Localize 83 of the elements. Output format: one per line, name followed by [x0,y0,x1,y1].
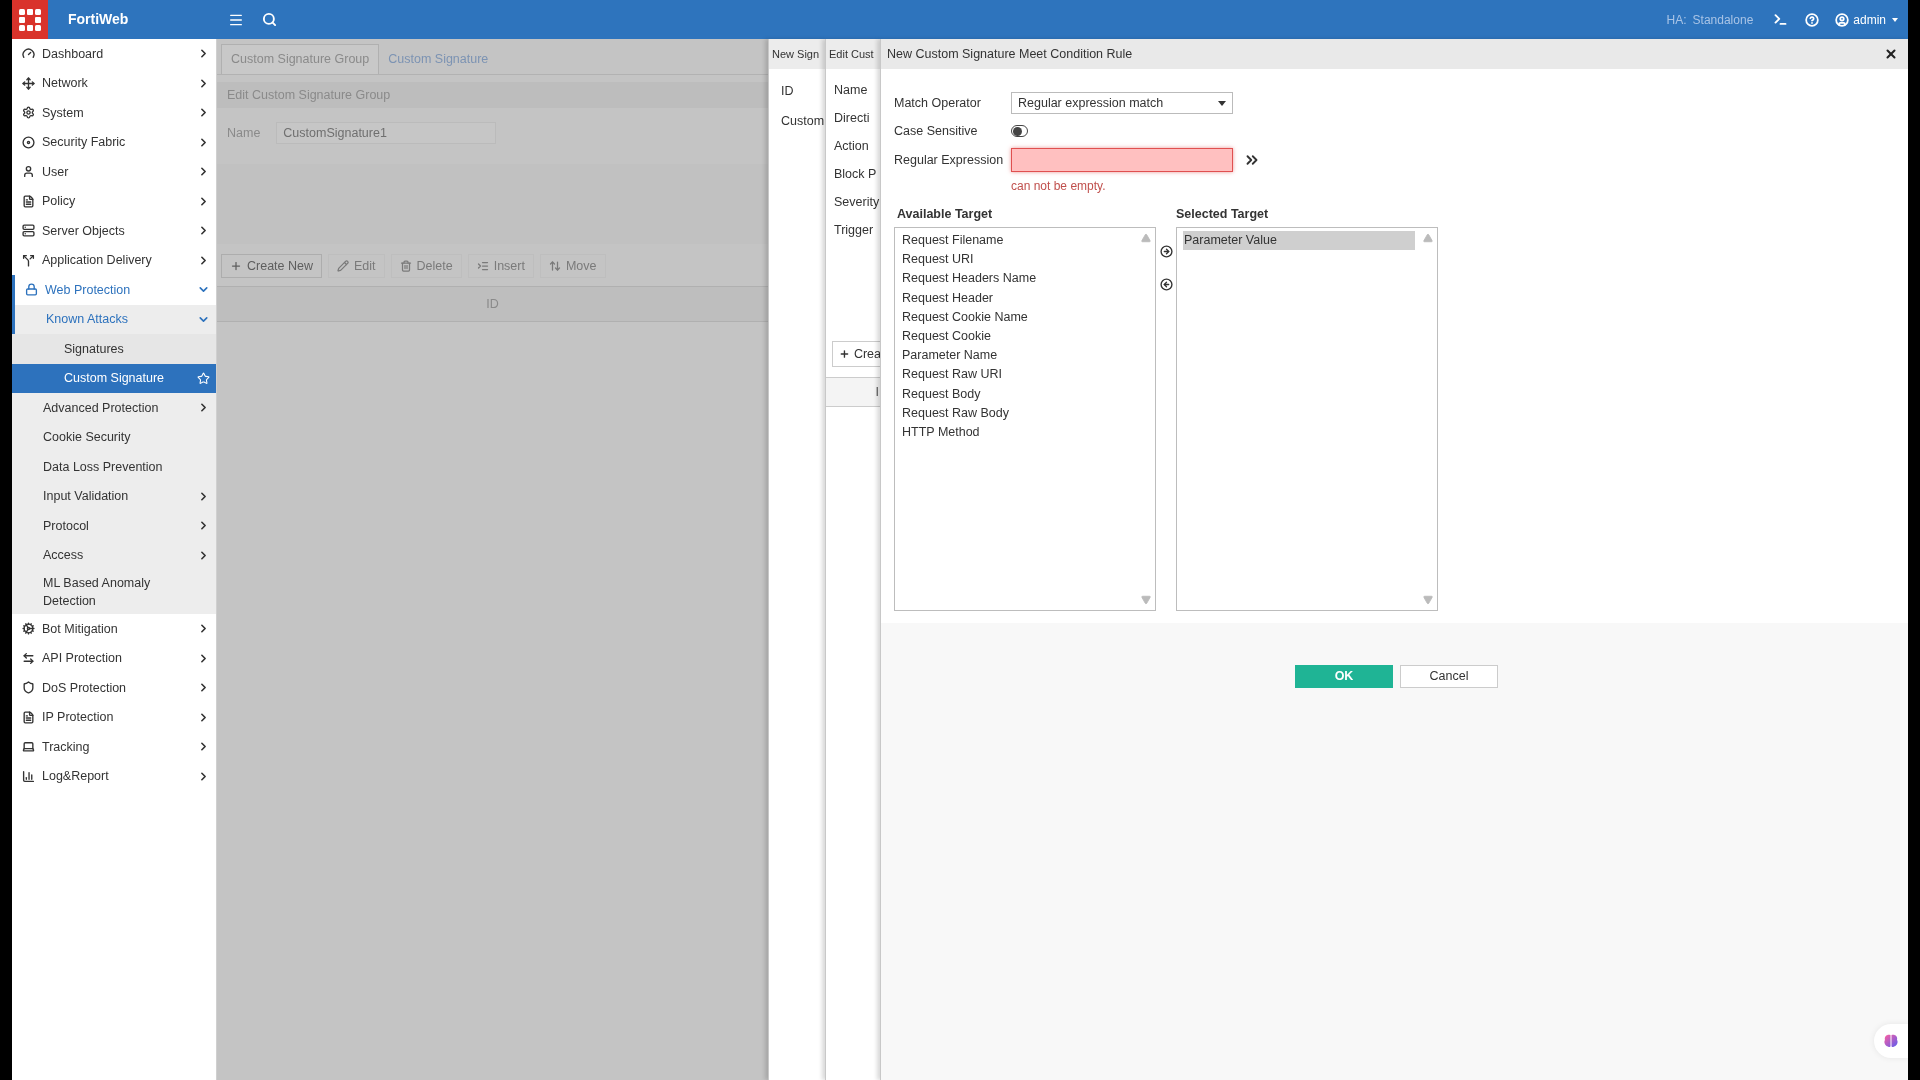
sidebar-item[interactable]: DoS Protection [12,673,216,703]
user-icon [1835,12,1850,27]
target-option[interactable]: HTTP Method [901,423,1133,443]
field-label: Name [227,124,261,142]
target-option[interactable]: Request URI [901,250,1133,270]
sidebar-item[interactable]: Policy [12,186,216,216]
list-title: Selected Target [1176,206,1270,223]
sidebar-item[interactable]: System [12,98,216,128]
user-menu[interactable]: admin [1835,10,1898,29]
sidebar-item[interactable]: User [12,157,216,187]
column-header: I [875,383,879,401]
field-label: Block P [834,166,878,182]
sidebar-item[interactable]: Access [12,540,216,570]
field-label: Match Operator [894,94,982,112]
field-label: Directi [834,110,871,126]
sidebar-item[interactable]: Input Validation [12,481,216,511]
panel-title: New Sign [769,39,825,69]
terminal-icon[interactable] [1773,12,1789,27]
target-option[interactable]: Parameter Value [1183,231,1415,251]
sidebar-item[interactable]: IP Protection [12,702,216,732]
target-option[interactable]: Request Body [901,384,1133,404]
assistant-button[interactable] [1874,1024,1908,1058]
sidebar-item[interactable]: API Protection [12,643,216,673]
help-icon[interactable] [1805,12,1820,27]
toolbar-icon [476,260,489,272]
field-label: Name [834,82,869,98]
sidebar-item[interactable]: Custom Signature [12,363,216,393]
brain-icon [1883,1033,1899,1049]
target-option[interactable]: Request Raw Body [901,403,1133,424]
target-option[interactable]: Request Cookie Name [901,307,1133,327]
field-label: ID [781,83,795,100]
plus-icon [839,348,850,360]
target-option[interactable]: Parameter Name [901,346,1133,366]
target-option[interactable]: Request Cookie [901,327,1133,347]
target-list[interactable]: Parameter Value [1176,227,1438,611]
sidebar-item[interactable]: Data Loss Prevention [12,452,216,482]
toolbar-icon [399,260,412,272]
field-label: Case Sensitive [894,122,979,140]
brand-name: FortiWeb [68,10,130,29]
field-label: Trigger [834,222,875,238]
panel-title: Edit Cust [826,39,880,69]
sidebar-item[interactable]: Bot Mitigation [12,614,216,644]
sidebar-item[interactable]: Protocol [12,511,216,541]
star-icon[interactable] [197,371,210,385]
sidebar-item[interactable]: Tracking [12,732,216,762]
regular-expression-field[interactable] [1011,148,1233,172]
target-option[interactable]: Request Header [901,288,1133,308]
ha-status: Standalone [1692,11,1754,29]
target-option[interactable]: Request Raw URI [901,365,1133,385]
toolbar-icon [548,260,561,272]
sidebar-item[interactable]: Server Objects [12,216,216,246]
error-message: can not be empty. [1011,178,1107,195]
sidebar-item[interactable]: Security Fabric [12,127,216,157]
search-icon[interactable] [262,12,277,27]
sidebar-item[interactable]: Cookie Security [12,422,216,452]
sidebar-item[interactable]: Signatures [12,334,216,364]
field-label: Action [834,138,870,154]
field-label: Severity [834,194,880,210]
list-title: Available Target [896,206,994,223]
target-option[interactable]: Request Headers Name [901,269,1133,289]
target-list[interactable]: Request Filename Request URI Request Headers Name Request Header Request Cookie Name Request Cookie Parameter Name Request Raw URI Request Body Request Raw Body HTTP Method [894,227,1156,611]
toolbar-icon [230,260,242,272]
ha-label: HA: [1666,11,1687,29]
sidebar-item[interactable]: Log&Report [12,761,216,791]
target-option[interactable]: Request Filename [901,231,1133,251]
cancel-button[interactable]: Cancel [1400,665,1498,688]
caret-icon [1218,100,1226,106]
close-icon[interactable] [1884,47,1898,61]
move-right-icon[interactable] [1159,245,1173,258]
toolbar-button[interactable]: Create New [221,254,322,278]
caret-icon [1892,17,1898,22]
field-label: Custom [781,112,825,130]
field-label: Regular Expression [894,151,1005,169]
toolbar-icon [337,260,349,272]
sidebar-item[interactable]: Application Delivery [12,245,216,275]
sidebar-item[interactable]: ML Based Anomaly Detection [12,570,216,614]
match-operator-select[interactable]: Regular expression match [1011,92,1233,114]
case-sensitive-toggle[interactable] [1011,125,1028,137]
sidebar-item[interactable]: Network [12,68,216,98]
sidebar-item[interactable]: Dashboard [12,39,216,69]
move-left-icon[interactable] [1159,278,1173,291]
sidebar-item[interactable]: Advanced Protection [12,393,216,423]
dialog-title: New Custom Signature Meet Condition Rule [887,45,1134,63]
